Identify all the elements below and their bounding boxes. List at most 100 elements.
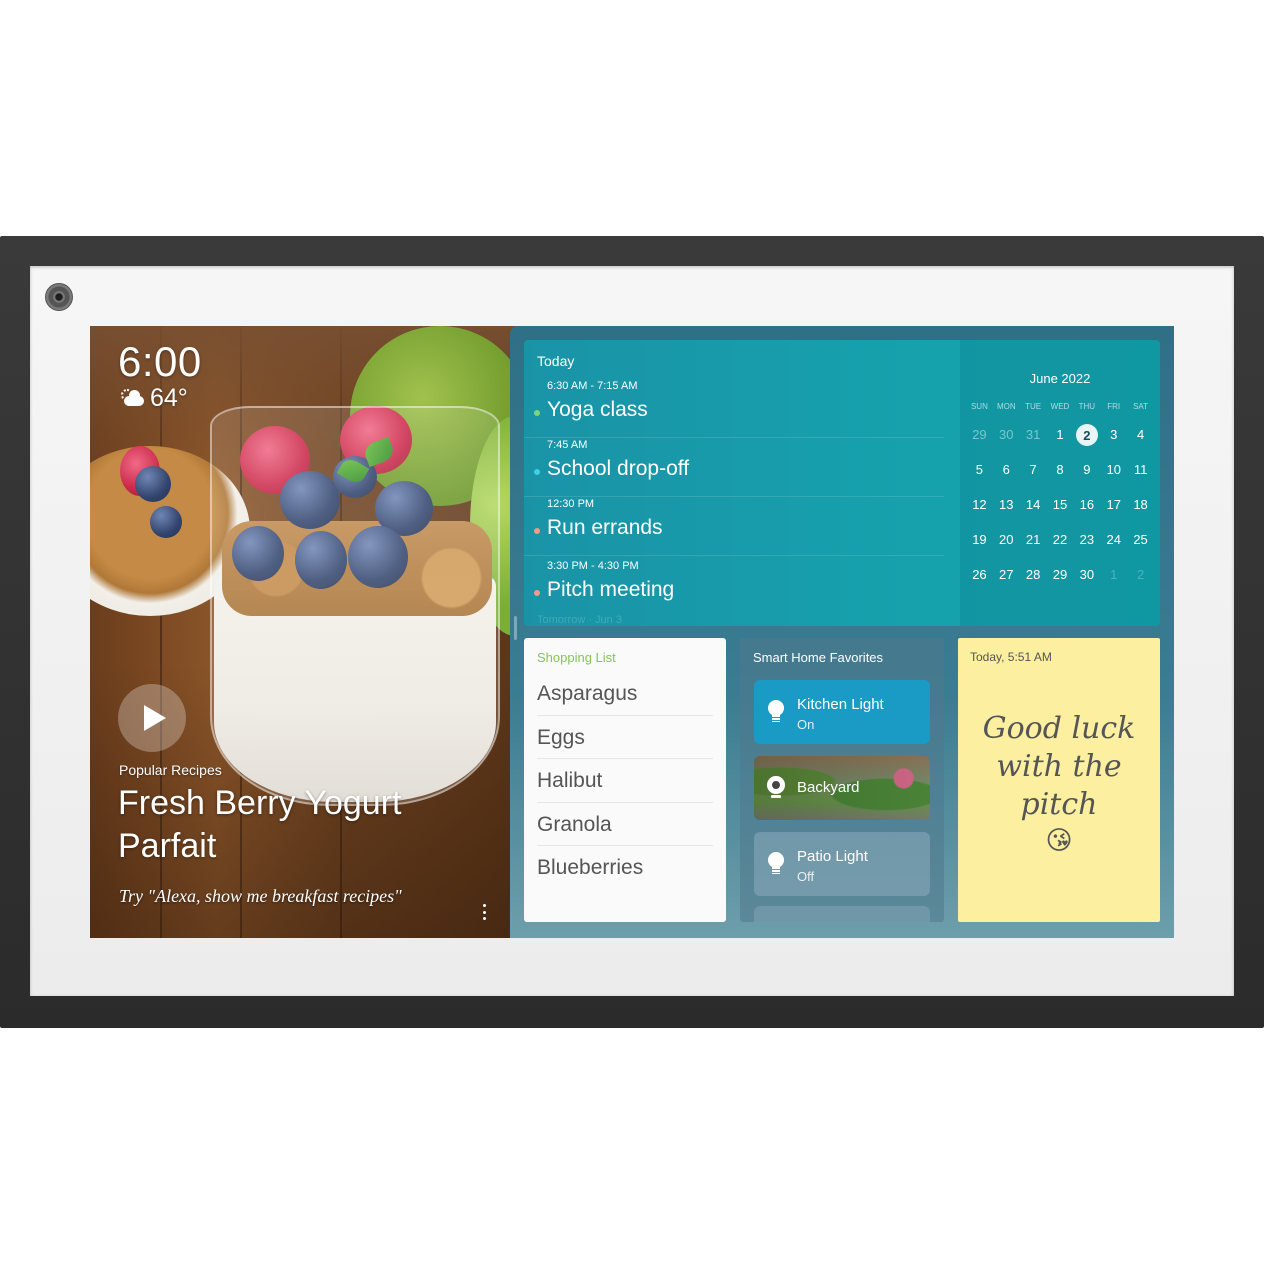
calendar-day[interactable]: 12: [966, 494, 993, 529]
calendar-day[interactable]: 16: [1073, 494, 1100, 529]
camera-icon: [45, 283, 73, 311]
event-item[interactable]: 7:45 AM School drop-off: [524, 437, 944, 497]
calendar-day[interactable]: 1: [1100, 564, 1127, 599]
calendar-day[interactable]: 28: [1020, 564, 1047, 599]
calendar-day-number: 30: [999, 427, 1014, 442]
calendar-day-number: 19: [972, 532, 987, 547]
event-name: Yoga class: [547, 398, 648, 421]
calendar-day[interactable]: 20: [993, 529, 1020, 564]
weekday-label: FRI: [1107, 402, 1121, 411]
calendar-day[interactable]: 11: [1127, 459, 1154, 494]
calendar-day[interactable]: 30: [993, 424, 1020, 459]
event-item[interactable]: 12:30 PM Run errands: [524, 496, 944, 556]
more-options-button[interactable]: [478, 902, 490, 922]
device-tile-patio-light[interactable]: Patio Light Off: [754, 832, 930, 896]
calendar-day[interactable]: 29: [966, 424, 993, 459]
partly-cloudy-icon: [118, 388, 146, 409]
shopping-list-item[interactable]: Asparagus: [537, 672, 713, 716]
device-frame: 6:00 64° Popular Recipes Fresh Berry Yog…: [0, 236, 1264, 1028]
calendar-day[interactable]: 7: [1020, 459, 1047, 494]
calendar-day[interactable]: 26: [966, 564, 993, 599]
calendar-day-number: 10: [1106, 462, 1121, 477]
event-name: Pitch meeting: [547, 578, 675, 601]
weekday-label: TUE: [1025, 402, 1042, 411]
event-name: School drop-off: [547, 457, 690, 480]
calendar-day[interactable]: 2: [1127, 564, 1154, 599]
recipe-card[interactable]: 6:00 64° Popular Recipes Fresh Berry Yog…: [90, 326, 514, 938]
device-tile-more[interactable]: [754, 906, 930, 922]
device-name: Backyard: [797, 779, 860, 796]
device-name: Patio Light: [797, 848, 868, 865]
calendar-day-number: 11: [1133, 462, 1148, 477]
event-item[interactable]: 6:30 AM - 7:15 AM Yoga class: [524, 378, 944, 438]
event-time: 3:30 PM - 4:30 PM: [547, 560, 639, 572]
calendar-widget[interactable]: Today 6:30 AM - 7:15 AM Yoga class 7:45 …: [524, 340, 1160, 626]
agenda: Today 6:30 AM - 7:15 AM Yoga class 7:45 …: [524, 340, 960, 626]
recipe-title[interactable]: Fresh Berry Yogurt Parfait: [118, 782, 478, 868]
shopping-list: Asparagus Eggs Halibut Granola Blueberri…: [537, 672, 713, 890]
calendar-day[interactable]: 27: [993, 564, 1020, 599]
calendar-day-number: 4: [1136, 427, 1145, 442]
shopping-list-title: Shopping List: [537, 650, 616, 665]
calendar-day[interactable]: 14: [1020, 494, 1047, 529]
agenda-day-label: Today: [537, 353, 575, 369]
calendar-day[interactable]: 4: [1127, 424, 1154, 459]
calendar-day[interactable]: 31: [1020, 424, 1047, 459]
calendar-day[interactable]: 15: [1047, 494, 1074, 529]
shopping-list-item[interactable]: Halibut: [537, 759, 713, 803]
calendar-day[interactable]: 3: [1100, 424, 1127, 459]
alexa-hint: Try "Alexa, show me breakfast recipes": [119, 886, 402, 906]
calendar-day-number: 2: [1075, 424, 1098, 446]
shopping-list-widget[interactable]: Shopping List Asparagus Eggs Halibut Gra…: [524, 638, 726, 922]
device-state: On: [797, 717, 815, 732]
device-tile-backyard-camera[interactable]: Backyard: [754, 756, 930, 820]
calendar-day-number: 12: [972, 497, 987, 512]
calendar-day[interactable]: 8: [1047, 459, 1074, 494]
sticky-note-widget[interactable]: Today, 5:51 AM Good luck with the pitch …: [958, 638, 1160, 922]
calendar-day[interactable]: 13: [993, 494, 1020, 529]
calendar-day[interactable]: 10: [1100, 459, 1127, 494]
calendar-day-number: 26: [972, 567, 987, 582]
clock: 6:00: [118, 338, 202, 385]
play-button[interactable]: [118, 684, 186, 752]
calendar-day[interactable]: 24: [1100, 529, 1127, 564]
calendar-day[interactable]: 1: [1047, 424, 1074, 459]
calendar-day-number: 20: [999, 532, 1014, 547]
event-dot-icon: [534, 528, 540, 534]
calendar-day-number: 29: [1052, 567, 1068, 582]
device-tile-kitchen-light[interactable]: Kitchen Light On: [754, 680, 930, 744]
calendar-day[interactable]: 9: [1073, 459, 1100, 494]
weekday-header: SUN MON TUE WED THU FRI SAT: [966, 402, 1154, 411]
calendar-day[interactable]: 17: [1100, 494, 1127, 529]
shopping-list-item[interactable]: Eggs: [537, 716, 713, 759]
calendar-day[interactable]: 29: [1047, 564, 1074, 599]
event-dot-icon: [534, 469, 540, 475]
shopping-list-item[interactable]: Blueberries: [537, 846, 713, 890]
event-time: 7:45 AM: [547, 439, 588, 451]
calendar-day[interactable]: 22: [1047, 529, 1074, 564]
play-icon: [144, 705, 166, 731]
calendar-day[interactable]: 25: [1127, 529, 1154, 564]
calendar-day[interactable]: 5: [966, 459, 993, 494]
calendar-day[interactable]: 23: [1073, 529, 1100, 564]
weather[interactable]: 64°: [118, 384, 188, 413]
calendar-day-number: 1: [1110, 567, 1118, 582]
panel-drag-handle[interactable]: [514, 616, 517, 640]
calendar-day[interactable]: 30: [1073, 564, 1100, 599]
note-line: with the: [996, 749, 1122, 784]
weekday-label: SUN: [970, 402, 988, 411]
calendar-day[interactable]: 18: [1127, 494, 1154, 529]
calendar-day[interactable]: 19: [966, 529, 993, 564]
event-name: Run errands: [547, 516, 663, 539]
calendar-day[interactable]: 6: [993, 459, 1020, 494]
event-item[interactable]: 3:30 PM - 4:30 PM Pitch meeting: [524, 558, 944, 618]
photo-blueberry: [150, 506, 182, 538]
calendar-day-today[interactable]: 2: [1073, 424, 1100, 459]
calendar-day[interactable]: 21: [1020, 529, 1047, 564]
calendar-day-number: 15: [1052, 497, 1068, 512]
smart-home-widget: Smart Home Favorites Kitchen Light On Ba…: [740, 638, 944, 922]
shopping-list-item[interactable]: Granola: [537, 803, 713, 846]
calendar-day-number: 7: [1029, 462, 1037, 477]
calendar-day-number: 13: [999, 497, 1014, 512]
note-timestamp: Today, 5:51 AM: [970, 650, 1052, 664]
